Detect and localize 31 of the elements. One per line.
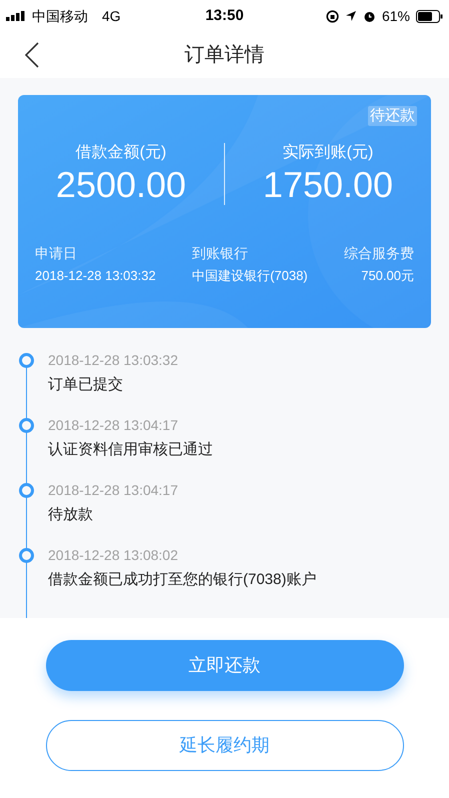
- detail-value: 中国建设银行(7038): [192, 267, 308, 285]
- battery-icon: [416, 10, 443, 22]
- page-title: 订单详情: [184, 43, 264, 68]
- event-time: 2018-12-28 13:03:32: [48, 351, 178, 370]
- detail-label: 到账银行: [192, 244, 248, 262]
- detail-label: 综合服务费: [344, 244, 414, 262]
- amount-value: 2500.00: [56, 164, 186, 206]
- amount-value: 1750.00: [262, 164, 394, 206]
- event-time: 2018-12-28 13:04:17: [48, 416, 179, 435]
- clock-time: 13:50: [205, 6, 244, 26]
- location-icon: [344, 10, 357, 22]
- rotation-lock-icon: [326, 10, 339, 22]
- amount-label: 借款金额(元): [76, 142, 166, 163]
- event-text: 借款金额已成功打至您的银行(7038)账户: [48, 570, 316, 590]
- detail-value: 750.00元: [361, 267, 414, 285]
- amount-label: 实际到账(元): [282, 142, 374, 163]
- event-text: 待放款: [48, 505, 94, 525]
- repay-button[interactable]: 立即还款: [46, 640, 404, 691]
- detail-label: 申请日: [35, 244, 77, 262]
- event-text: 认证资料信用审核已通过: [48, 440, 213, 460]
- event-time: 2018-12-28 13:04:17: [48, 481, 178, 500]
- extend-button[interactable]: 延长履约期: [46, 720, 404, 771]
- alarm-icon: [362, 10, 376, 22]
- event-text: 订单已提交: [48, 375, 124, 395]
- event-time: 2018-12-28 13:08:02: [48, 546, 179, 565]
- back-icon: [25, 42, 39, 68]
- network-type: 4G: [102, 6, 121, 26]
- status-badge: 待还款: [368, 106, 417, 126]
- battery-percent: 61%: [382, 6, 410, 26]
- carrier-name: 中国移动: [32, 6, 88, 26]
- detail-value: 2018-12-28 13:03:32: [35, 267, 156, 285]
